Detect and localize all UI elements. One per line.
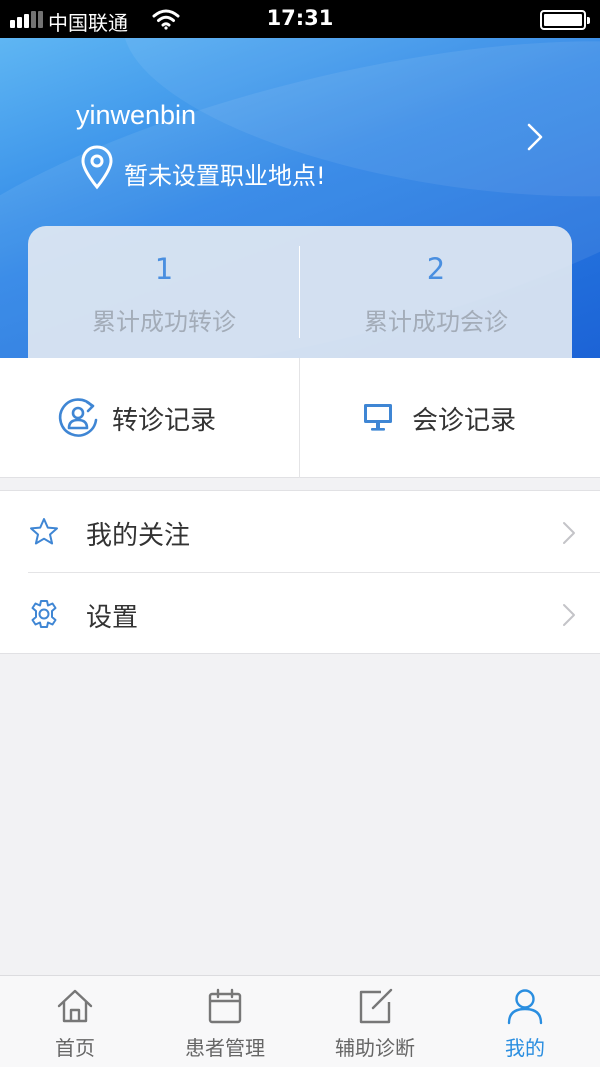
calendar-icon [208,988,242,1024]
chevron-right-icon [563,522,575,544]
tab-patients[interactable]: 患者管理 [150,976,300,1067]
list-item-favorites[interactable]: 我的关注 [0,491,600,573]
person-icon [507,989,543,1025]
list-item-label: 设置 [86,603,139,633]
stat-referrals[interactable]: 1 累计成功转诊 [28,226,300,358]
stat-value: 1 [154,252,174,286]
star-icon [30,518,58,545]
edit-icon [359,988,393,1024]
consultation-record-button[interactable]: 会诊记录 [300,358,600,478]
tab-mine[interactable]: 我的 [450,976,600,1067]
battery-icon [540,10,590,30]
stat-label: 累计成功会诊 [364,308,508,336]
stats-card: 1 累计成功转诊 2 累计成功会诊 [28,226,572,358]
stat-value: 2 [426,252,446,286]
location-pin-icon [81,145,113,190]
list-item-settings[interactable]: 设置 [0,573,600,655]
menu-list: 我的关注 设置 [0,490,600,654]
username: yinwenbin [76,100,197,130]
chevron-right-icon[interactable] [524,122,546,152]
tab-label: 辅助诊断 [335,1036,415,1060]
tab-diagnosis[interactable]: 辅助诊断 [300,976,450,1067]
stat-label: 累计成功转诊 [92,308,236,336]
referral-record-label: 转诊记录 [112,406,217,436]
status-bar: 中国联通 17:31 [0,0,600,38]
tab-label: 患者管理 [185,1036,265,1060]
quick-actions: 转诊记录 会诊记录 [0,358,600,478]
gear-icon [31,600,57,628]
tab-bar: 首页 患者管理 辅助诊断 我的 [0,975,600,1067]
tab-label: 我的 [505,1036,545,1060]
chevron-right-icon [563,604,575,626]
home-icon [57,989,93,1023]
monitor-icon [364,404,392,431]
tab-home[interactable]: 首页 [0,976,150,1067]
clock: 17:31 [266,6,334,30]
referral-record-button[interactable]: 转诊记录 [0,358,299,478]
location-text: 暂未设置职业地点! [124,162,326,190]
list-item-label: 我的关注 [86,521,191,551]
referral-record-icon [58,398,98,437]
consultation-record-label: 会诊记录 [412,406,517,436]
profile-header[interactable]: yinwenbin 暂未设置职业地点! 1 累计成功转诊 2 累计成功会诊 [0,38,600,358]
tab-label: 首页 [55,1036,95,1060]
stat-consultations[interactable]: 2 累计成功会诊 [300,226,572,358]
